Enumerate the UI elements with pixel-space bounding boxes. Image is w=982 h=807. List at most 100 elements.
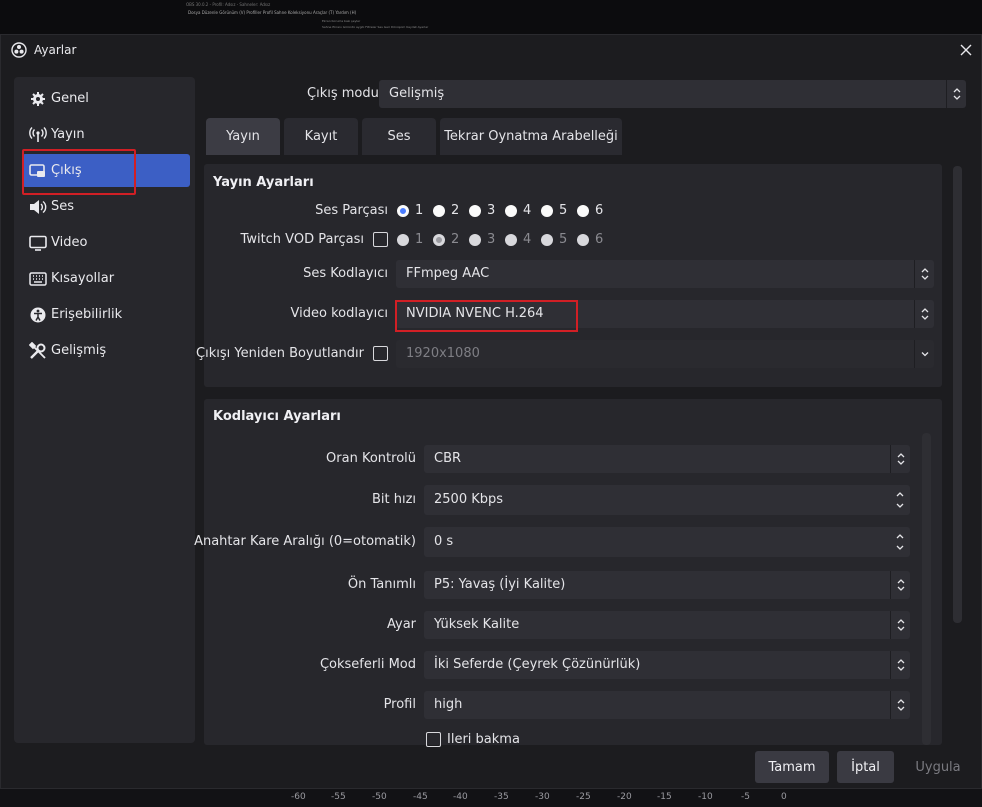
tab-ses[interactable]: Ses: [362, 118, 436, 155]
output-mode-label: Çıkış modu: [307, 86, 379, 101]
audio-track-radio[interactable]: [505, 205, 517, 217]
updown-arrow-icon: [890, 571, 910, 599]
sidebar-item-yayin[interactable]: Yayın: [22, 118, 190, 151]
rescale-label: Çıkışı Yeniden Boyutlandır: [196, 346, 364, 361]
tab-yayin[interactable]: Yayın: [206, 118, 280, 155]
audio-track-radio[interactable]: [577, 205, 589, 217]
ruler-tick: -25: [576, 792, 591, 802]
twitch-vod-checkbox[interactable]: [373, 232, 388, 247]
updown-arrow-icon: [890, 691, 910, 719]
rescale-checkbox[interactable]: [373, 346, 388, 361]
audio-track-radio[interactable]: [397, 205, 409, 217]
preset-value: P5: Yavaş (İyi Kalite): [434, 577, 566, 592]
highlight-box: [22, 149, 136, 195]
lookahead-label: İleri bakma: [447, 732, 520, 744]
preset-select[interactable]: P5: Yavaş (İyi Kalite): [424, 571, 910, 599]
ruler-tick: -45: [413, 792, 428, 802]
sidebar-item-label: Ses: [51, 199, 75, 214]
ruler-tick: -60: [291, 792, 306, 802]
sidebar-item-label: Kısayollar: [51, 271, 115, 286]
preset-label: Ön Tanımlı: [347, 577, 416, 592]
twitch-track-radio[interactable]: [541, 234, 553, 246]
audio-track-radio[interactable]: [433, 205, 445, 217]
tuning-select[interactable]: Yüksek Kalite: [424, 611, 910, 639]
tab-tekrar-oynatma[interactable]: Tekrar Oynatma Arabelleği: [440, 118, 622, 155]
profile-select[interactable]: high: [424, 691, 910, 719]
audio-track-option: 5: [559, 203, 568, 218]
background-main-window: OBS 30.0.2 - Profil: Adsız - Sahneler: A…: [0, 0, 982, 34]
settings-dialog: Ayarlar Genel Yayın Çıkış Ses Video Kısa…: [0, 34, 982, 789]
keyboard-icon: [29, 270, 47, 288]
ruler-tick: -10: [698, 792, 713, 802]
spin-arrows-icon[interactable]: [890, 485, 910, 515]
sidebar-item-erisebilirlik[interactable]: Erişebilirlik: [22, 298, 190, 331]
chevron-down-icon: [914, 340, 934, 368]
accessibility-icon: [29, 306, 47, 324]
twitch-track-option: 3: [487, 232, 496, 247]
speaker-icon: [29, 198, 47, 216]
updown-arrow-icon: [890, 611, 910, 639]
audio-track-option: 6: [595, 203, 604, 218]
apply-button[interactable]: Uygula: [902, 751, 974, 783]
twitch-vod-label: Twitch VOD Parçası: [240, 232, 364, 247]
audio-track-label: Ses Parçası: [315, 203, 388, 218]
keyframe-spinbox[interactable]: 0 s: [424, 527, 910, 557]
audio-track-radio[interactable]: [469, 205, 481, 217]
bitrate-spinbox[interactable]: 2500 Kbps: [424, 485, 910, 515]
ruler-tick: -15: [657, 792, 672, 802]
background-title: OBS 30.0.2 - Profil: Adsız - Sahneler: A…: [186, 2, 271, 7]
ruler-tick: -55: [331, 792, 346, 802]
output-mode-value: Gelişmiş: [389, 86, 445, 101]
tuning-label: Ayar: [386, 617, 416, 632]
twitch-track-option: 4: [523, 232, 532, 247]
rate-control-label: Oran Kontrolü: [326, 451, 416, 466]
dialog-title: Ayarlar: [34, 43, 77, 57]
spin-arrows-icon[interactable]: [890, 527, 910, 557]
wrench-icon: [29, 341, 47, 360]
rate-control-value: CBR: [434, 451, 462, 466]
audio-track-option: 3: [487, 203, 496, 218]
sidebar-item-genel[interactable]: Genel: [22, 82, 190, 115]
ruler-tick: -5: [741, 792, 750, 802]
scrollbar-outer[interactable]: [953, 166, 962, 623]
twitch-track-radio[interactable]: [505, 234, 517, 246]
tab-kayit[interactable]: Kayıt: [284, 118, 358, 155]
video-encoder-label: Video kodlayıcı: [290, 306, 388, 321]
ok-button[interactable]: Tamam: [755, 751, 829, 783]
sidebar-item-gelismis[interactable]: Gelişmiş: [22, 334, 190, 367]
rescale-select[interactable]: 1920x1080: [396, 340, 934, 368]
multipass-select[interactable]: İki Seferde (Çeyrek Çözünürlük): [424, 651, 910, 679]
ruler-tick: 0: [781, 792, 787, 802]
twitch-track-radio[interactable]: [397, 234, 409, 246]
updown-arrow-icon: [914, 260, 934, 288]
audio-track-option: 1: [415, 203, 424, 218]
scrollbar-inner[interactable]: [922, 433, 931, 745]
twitch-track-option: 5: [559, 232, 568, 247]
twitch-track-option: 6: [595, 232, 604, 247]
lookahead-checkbox[interactable]: [426, 732, 441, 747]
audio-track-option: 2: [451, 203, 460, 218]
bitrate-label: Bit hızı: [371, 492, 416, 507]
updown-arrow-icon: [946, 80, 966, 108]
updown-arrow-icon: [914, 300, 934, 328]
audio-encoder-value: FFmpeg AAC: [406, 266, 490, 281]
ruler-tick: -20: [617, 792, 632, 802]
audio-encoder-select[interactable]: FFmpeg AAC: [396, 260, 934, 288]
dialog-titlebar: Ayarlar: [1, 35, 981, 65]
sidebar-item-video[interactable]: Video: [22, 226, 190, 259]
sidebar-item-kisayollar[interactable]: Kısayollar: [22, 262, 190, 295]
close-icon[interactable]: [957, 41, 975, 59]
background-subline: Sahne Ekranı Görüntü aygıtı Filtreler Se…: [322, 25, 429, 29]
cancel-button[interactable]: İptal: [837, 751, 894, 783]
ruler-tick: -35: [494, 792, 509, 802]
background-subline: Ekran Koruma bazı şeyler: [322, 19, 361, 23]
sidebar-item-label: Yayın: [51, 127, 85, 142]
sidebar-item-label: Genel: [51, 91, 89, 106]
twitch-track-radio[interactable]: [433, 234, 445, 246]
twitch-track-radio[interactable]: [469, 234, 481, 246]
sidebar-item-label: Erişebilirlik: [51, 307, 123, 322]
twitch-track-radio[interactable]: [577, 234, 589, 246]
audio-track-radio[interactable]: [541, 205, 553, 217]
output-mode-select[interactable]: Gelişmiş: [379, 80, 966, 108]
rate-control-select[interactable]: CBR: [424, 445, 910, 473]
